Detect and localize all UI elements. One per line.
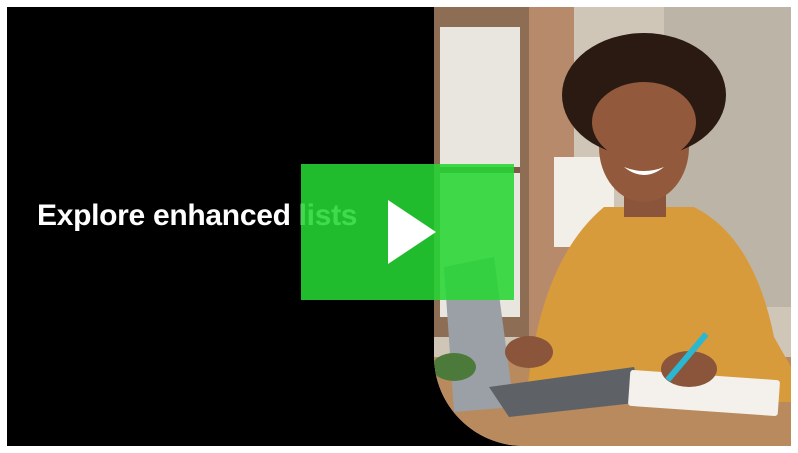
- play-icon: [387, 200, 436, 264]
- video-thumbnail[interactable]: Explore enhanced lists: [7, 7, 791, 446]
- play-button[interactable]: [301, 164, 514, 300]
